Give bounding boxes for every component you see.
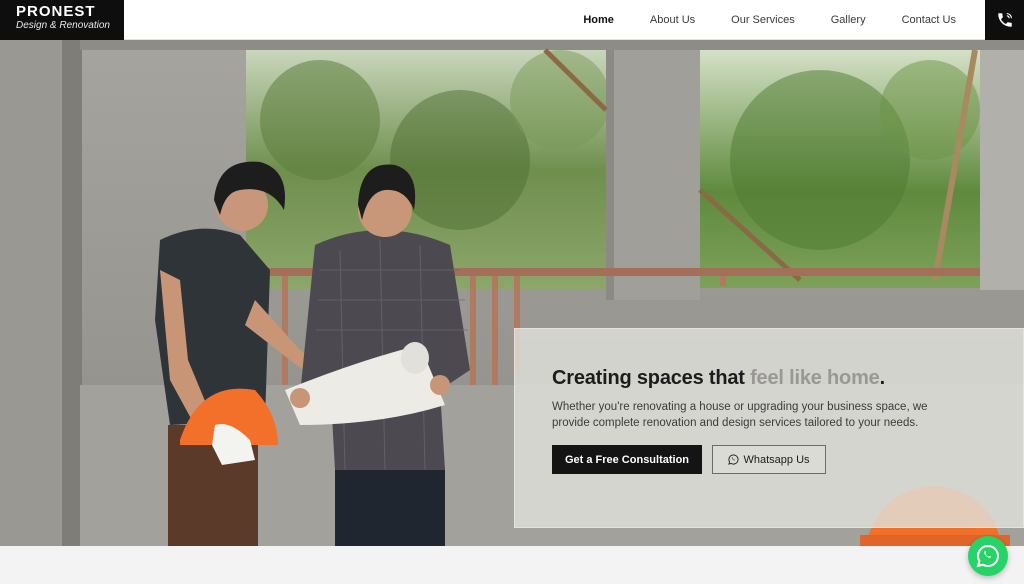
- whatsapp-floating-button[interactable]: [968, 536, 1008, 576]
- nav-home[interactable]: Home: [583, 14, 614, 26]
- nav-contact[interactable]: Contact Us: [902, 14, 956, 26]
- hero-title-accent: feel like home: [750, 367, 880, 389]
- whatsapp-icon: [976, 544, 999, 568]
- whatsapp-icon: [728, 454, 739, 465]
- hero-title: Creating spaces that feel like home.: [552, 365, 1023, 391]
- nav-services[interactable]: Our Services: [731, 14, 795, 26]
- logo-tagline: Design & Renovation: [16, 20, 110, 31]
- logo[interactable]: PRONEST Design & Renovation: [0, 0, 124, 40]
- hero-section: Creating spaces that feel like home. Whe…: [0, 40, 1024, 546]
- site-header: PRONEST Design & Renovation Home About U…: [0, 0, 1024, 40]
- hero-panel: Creating spaces that feel like home. Whe…: [514, 328, 1024, 528]
- logo-name: PRONEST: [16, 3, 96, 20]
- hero-actions: Get a Free Consultation Whatsapp Us: [552, 445, 1023, 474]
- nav-about[interactable]: About Us: [650, 14, 695, 26]
- hero-title-end: .: [879, 367, 886, 389]
- free-consultation-button[interactable]: Get a Free Consultation: [552, 445, 702, 474]
- nav-gallery[interactable]: Gallery: [831, 14, 866, 26]
- main-nav: Home About Us Our Services Gallery Conta…: [547, 0, 956, 40]
- whatsapp-us-label: Whatsapp Us: [743, 453, 810, 466]
- phone-icon: [997, 13, 1012, 27]
- phone-button[interactable]: [985, 0, 1024, 40]
- hero-description: Whether you're renovating a house or upg…: [552, 401, 928, 429]
- hero-title-main: Creating spaces that: [552, 367, 751, 389]
- whatsapp-us-button[interactable]: Whatsapp Us: [712, 445, 826, 474]
